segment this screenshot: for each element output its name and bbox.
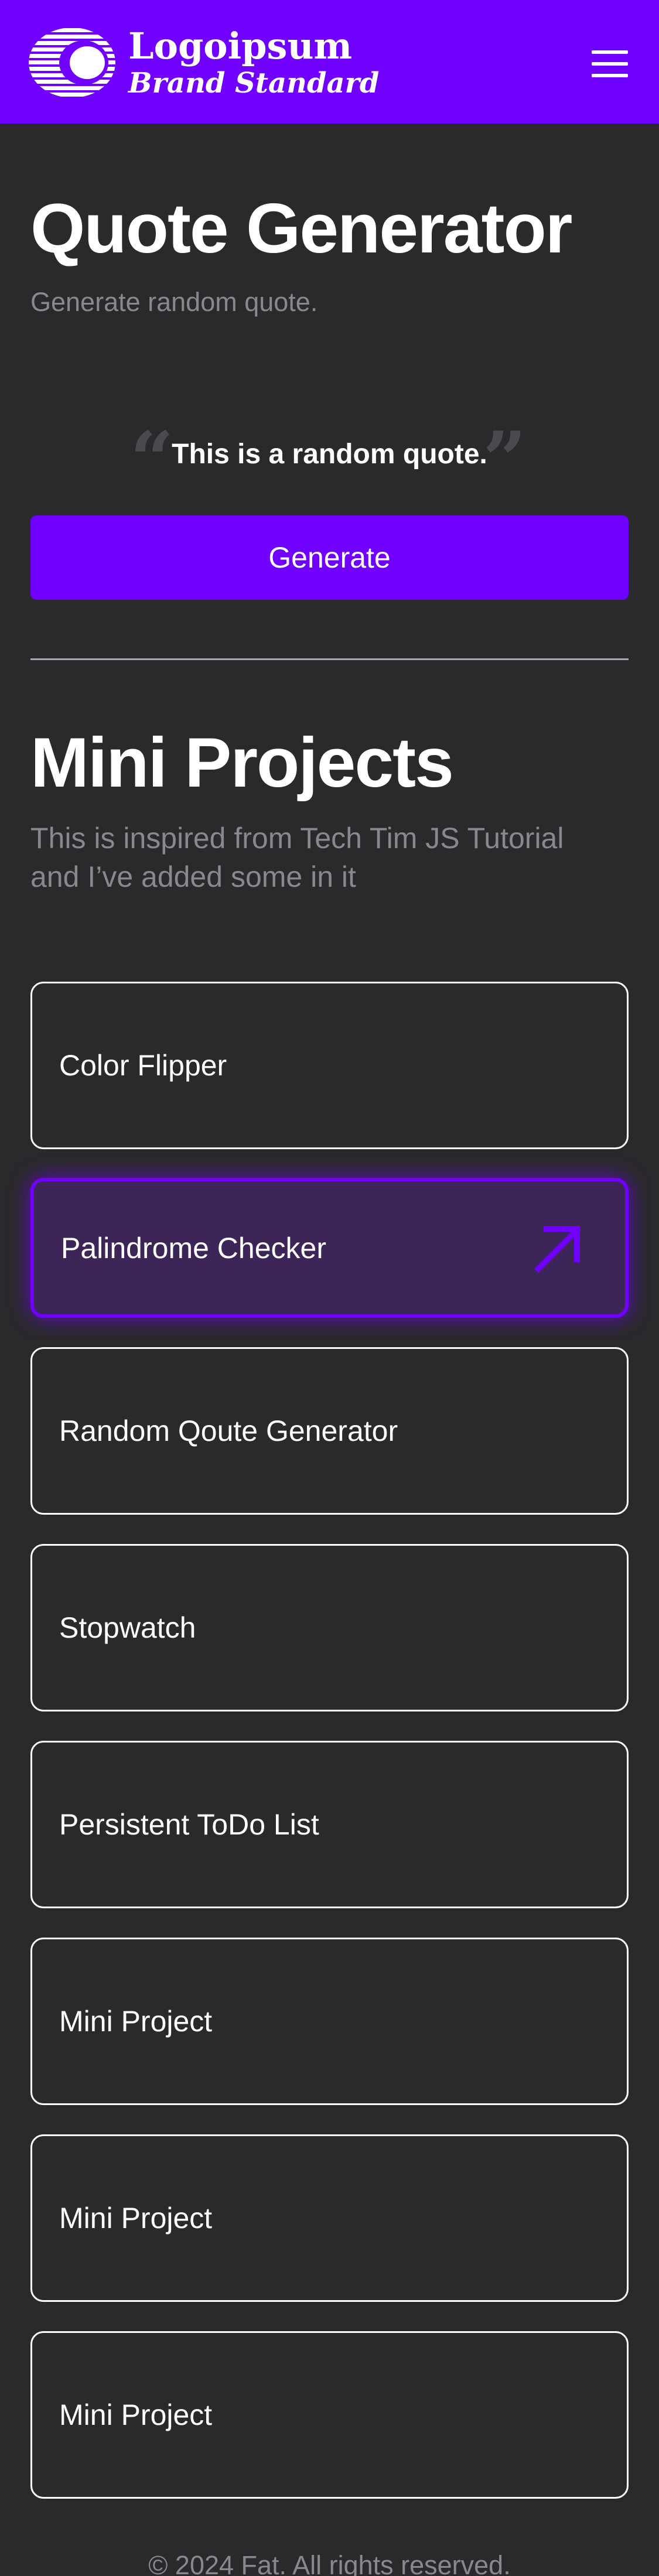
project-card-label: Persistent ToDo List [59,1808,319,1841]
section-title: Mini Projects [30,723,454,802]
section-description: This is inspired from Tech Tim JS Tutori… [30,822,564,893]
section-divider [30,658,629,660]
project-card-color-flipper[interactable]: Color Flipper [30,982,629,1149]
arrow-up-right-icon [534,1225,582,1273]
hamburger-menu-icon[interactable] [592,50,628,77]
project-card-label: Random Qoute Generator [59,1415,398,1447]
site-header: Logoipsum Brand Standard [0,0,659,124]
project-card-label: Color Flipper [59,1049,227,1082]
project-card-random-quote-generator[interactable]: Random Qoute Generator [30,1347,629,1515]
footer-copyright: © 2024 Fat. All rights reserved. [148,2550,511,2576]
project-card-label: Mini Project [59,2399,213,2431]
page-subtitle: Generate random quote. [30,287,318,317]
project-card-mini-project[interactable]: Mini Project [30,1938,629,2105]
logo-mark-icon [29,28,115,97]
logo-name: Logoipsum [128,25,353,67]
quote-text: This is a random quote. [172,439,487,470]
project-card-label: Palindrome Checker [61,1231,326,1265]
project-card-mini-project[interactable]: Mini Project [30,2331,629,2499]
logo[interactable]: Logoipsum Brand Standard [28,26,379,100]
project-card-palindrome-checker[interactable]: Palindrome Checker [30,1178,629,1318]
logo-tagline: Brand Standard [128,67,380,100]
project-card-persistent-todo-list[interactable]: Persistent ToDo List [30,1741,629,1908]
project-card-mini-project[interactable]: Mini Project [30,2134,629,2302]
quote-display: “ ” This is a random quote. [30,422,629,498]
generate-button[interactable]: Generate [30,515,629,600]
page-title: Quote Generator [30,189,572,268]
project-card-stopwatch[interactable]: Stopwatch [30,1544,629,1711]
project-card-label: Mini Project [59,2005,213,2038]
project-card-label: Mini Project [59,2202,213,2235]
project-card-label: Stopwatch [59,1611,196,1644]
